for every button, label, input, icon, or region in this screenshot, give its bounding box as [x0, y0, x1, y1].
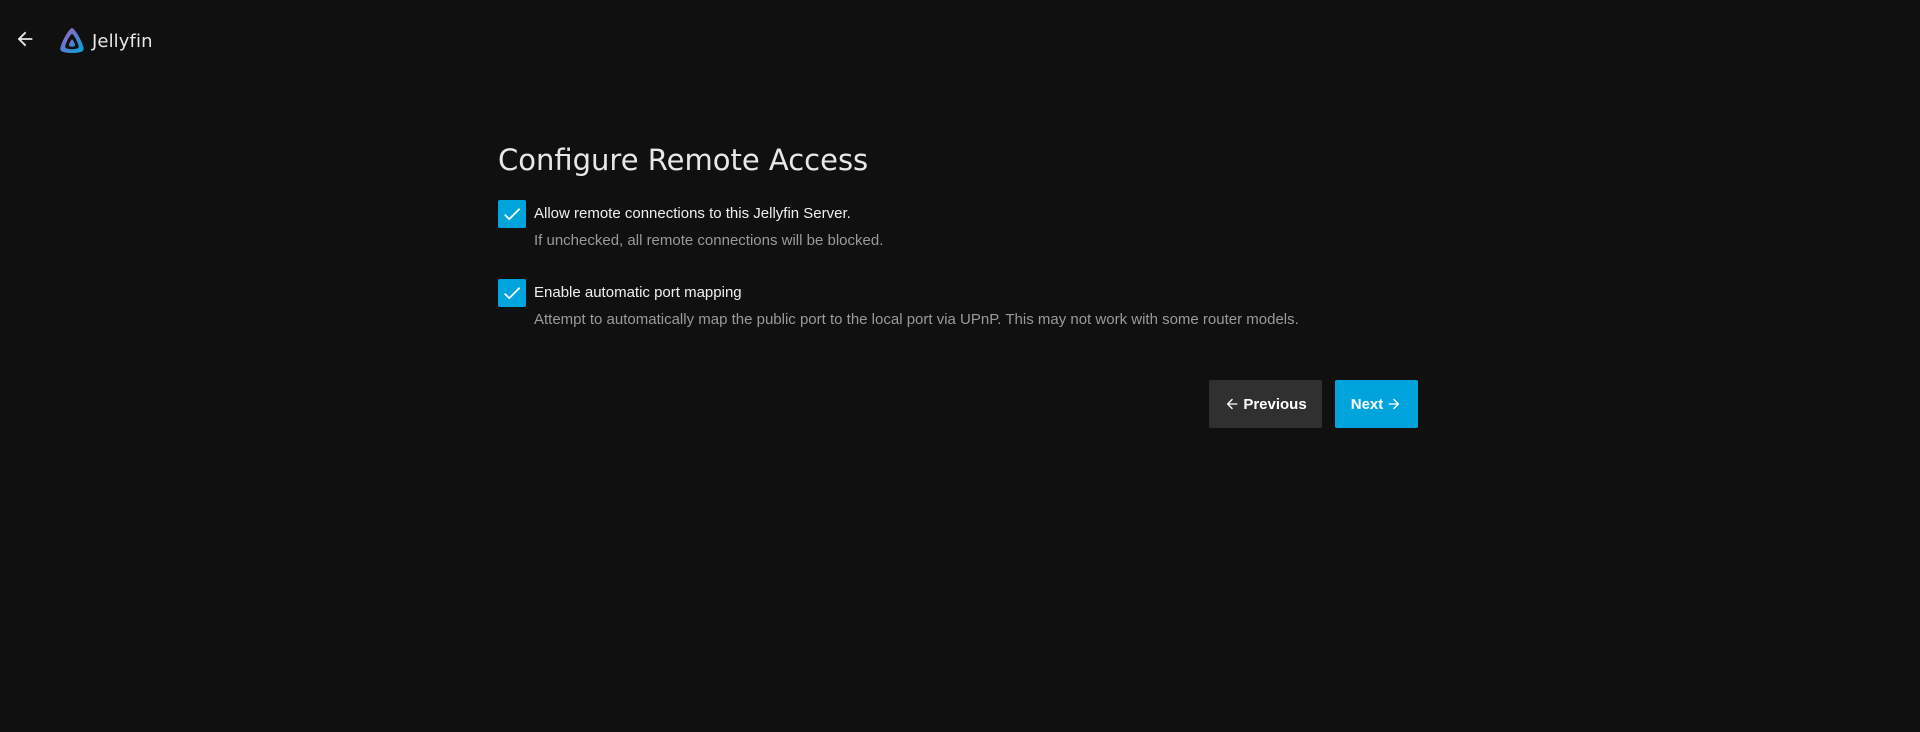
app-header: Jellyfin: [0, 0, 1920, 80]
back-button[interactable]: [10, 24, 40, 54]
remote-connections-option: Allow remote connections to this Jellyfi…: [498, 200, 1418, 253]
checkmark-icon: [504, 208, 521, 221]
page-title: Configure Remote Access: [498, 143, 869, 177]
port-mapping-option: Enable automatic port mapping Attempt to…: [498, 279, 1418, 332]
jellyfin-logo-icon: [60, 28, 84, 53]
previous-button[interactable]: Previous: [1209, 380, 1322, 428]
checkmark-icon: [504, 287, 521, 300]
arrow-left-icon: [17, 31, 33, 47]
jellyfin-logo[interactable]: Jellyfin: [56, 24, 153, 58]
previous-button-label: Previous: [1243, 395, 1307, 413]
remote-connections-label[interactable]: Allow remote connections to this Jellyfi…: [534, 200, 1418, 228]
wizard-buttons: Previous Next: [1209, 380, 1418, 428]
next-button[interactable]: Next: [1335, 380, 1418, 428]
wizard-content: Configure Remote Access Allow remote con…: [498, 138, 1418, 332]
port-mapping-help: Attempt to automatically map the public …: [534, 311, 1299, 328]
port-mapping-label[interactable]: Enable automatic port mapping: [534, 279, 1418, 307]
remote-connections-checkbox[interactable]: [498, 200, 526, 228]
remote-connections-help: If unchecked, all remote connections wil…: [534, 232, 884, 249]
app-name: Jellyfin: [92, 30, 153, 52]
port-mapping-checkbox[interactable]: [498, 279, 526, 307]
arrow-right-icon: [1388, 398, 1400, 410]
arrow-left-icon: [1226, 398, 1238, 410]
next-button-label: Next: [1350, 395, 1384, 413]
